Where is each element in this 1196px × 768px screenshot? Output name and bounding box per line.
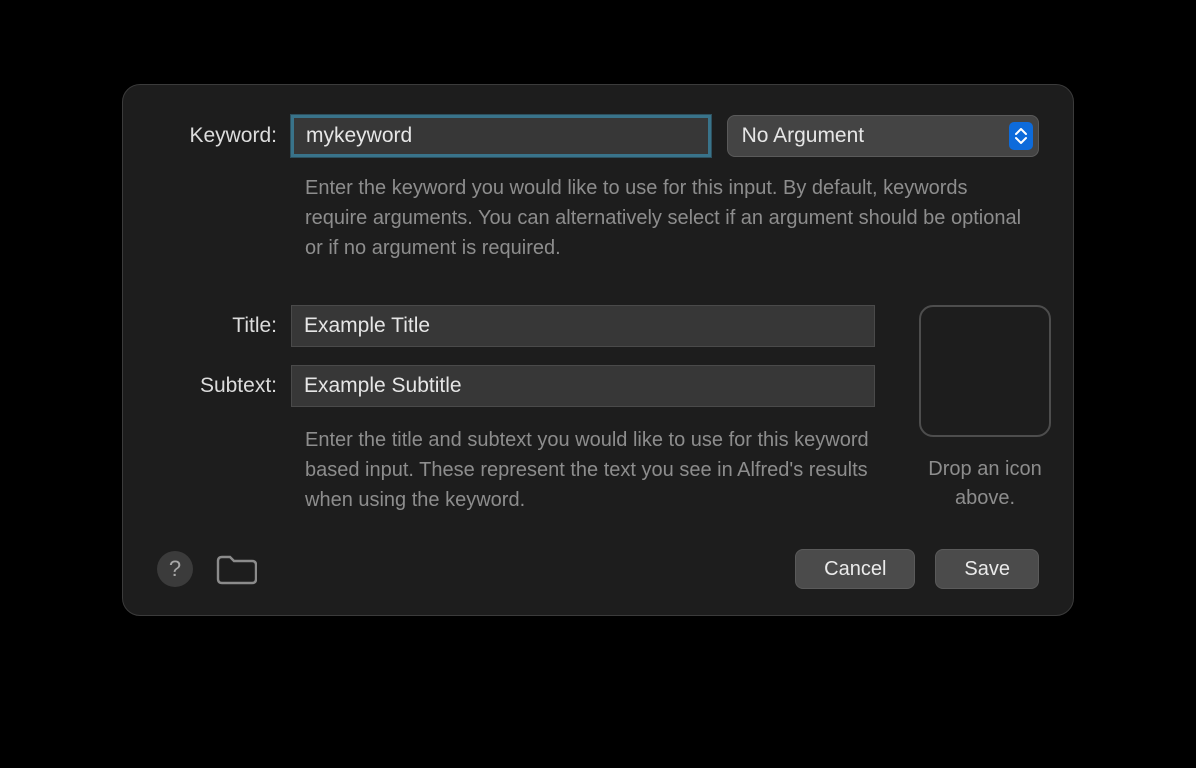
subtext-label: Subtext:	[157, 374, 291, 398]
help-icon: ?	[169, 556, 181, 582]
help-button[interactable]: ?	[157, 551, 193, 587]
save-button-label: Save	[964, 558, 1010, 581]
select-stepper-icon	[1009, 122, 1033, 150]
cancel-button-label: Cancel	[824, 558, 886, 581]
subtext-input[interactable]	[291, 365, 875, 407]
cancel-button[interactable]: Cancel	[795, 549, 915, 589]
save-button[interactable]: Save	[935, 549, 1039, 589]
dialog-panel: Keyword: No Argument Enter the keyword y…	[122, 84, 1074, 616]
keyword-help-text: Enter the keyword you would like to use …	[305, 173, 1025, 263]
keyword-label: Keyword:	[157, 124, 291, 148]
title-label: Title:	[157, 314, 291, 338]
open-folder-button[interactable]	[215, 552, 257, 586]
title-section: Title: Subtext: Enter the title and subt…	[157, 305, 1039, 515]
title-input[interactable]	[291, 305, 875, 347]
subtext-row: Subtext:	[157, 365, 875, 407]
argument-select-value: No Argument	[742, 124, 865, 148]
dropzone-caption: Drop an icon above.	[919, 455, 1051, 513]
icon-dropzone[interactable]	[919, 305, 1051, 437]
keyword-input[interactable]	[291, 115, 711, 157]
title-row: Title:	[157, 305, 875, 347]
footer: ? Cancel Save	[157, 549, 1039, 589]
title-help-text: Enter the title and subtext you would li…	[305, 425, 875, 515]
keyword-row: Keyword: No Argument	[157, 115, 1039, 157]
argument-select[interactable]: No Argument	[727, 115, 1039, 157]
folder-icon	[215, 553, 257, 585]
